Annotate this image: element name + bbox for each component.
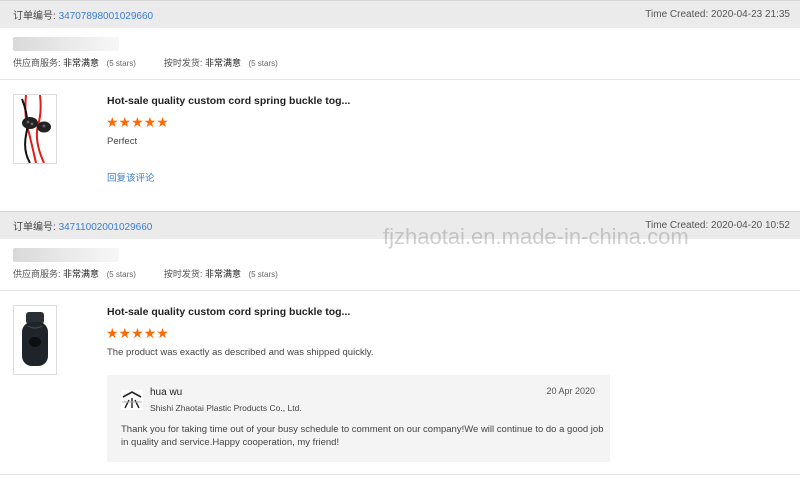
buyer-name-blurred [13,37,119,51]
product-title-link[interactable]: Hot-sale quality custom cord spring buck… [107,306,350,318]
order-card-2: 订单编号: 34711002001029660 Time Created: 20… [0,211,800,462]
product-title-link[interactable]: Hot-sale quality custom cord spring buck… [107,95,350,107]
supplier-ratings: 供应商服务: 非常满意 (5 stars) 按时发货: 非常满意 (5 star… [13,55,800,69]
order-number-label: 订单编号: [13,222,56,233]
divider [0,290,800,291]
review-comment: Perfect [107,136,138,147]
order-number-label: 订单编号: [13,11,56,22]
seller-reply: hua wu Shishi Zhaotai Plastic Products C… [107,375,610,462]
order-header-1: 订单编号: 34707898001029660 Time Created: 20… [0,0,800,28]
cord-lock-image [21,95,51,163]
order-number-link[interactable]: 34707898001029660 [59,11,154,22]
watermark: fjzhaotai.en.made-in-china.com [383,224,689,249]
seller-name: hua wu [150,387,183,398]
order-card-1: 订单编号: 34707898001029660 Time Created: 20… [0,0,800,184]
order-number-block: 订单编号: 34707898001029660 [13,7,153,22]
product-thumbnail-2[interactable] [13,305,57,375]
time-created: Time Created: 2020-04-23 21:35 [645,9,790,20]
star-rating: ★★★★★ [106,325,169,341]
review-comment: The product was exactly as described and… [107,347,374,358]
order-number-block: 订单编号: 34711002001029660 [13,218,152,233]
reply-date: 20 Apr 2020 [546,386,595,396]
ontime-shipment-rating: 按时发货: 非常满意 (5 stars) [163,268,278,279]
order-number-link[interactable]: 34711002001029660 [59,222,153,233]
supplier-service-rating: 供应商服务: 非常满意 (5 stars) [13,57,136,68]
company-logo-icon [121,390,143,410]
seller-company: Shishi Zhaotai Plastic Products Co., Ltd… [150,403,302,413]
divider [0,474,800,475]
divider [0,79,800,80]
supplier-ratings: 供应商服务: 非常满意 (5 stars) 按时发货: 非常满意 (5 star… [13,266,800,280]
cord-lock-image [22,312,48,366]
product-thumbnail-1[interactable] [13,94,57,164]
seller-reply-text: Thank you for taking time out of your bu… [121,424,604,448]
reply-to-review-link[interactable]: 回复该评论 [107,170,155,184]
supplier-service-rating: 供应商服务: 非常满意 (5 stars) [13,268,136,279]
buyer-name-blurred [13,248,119,262]
star-rating: ★★★★★ [106,114,169,130]
ontime-shipment-rating: 按时发货: 非常满意 (5 stars) [163,57,278,68]
